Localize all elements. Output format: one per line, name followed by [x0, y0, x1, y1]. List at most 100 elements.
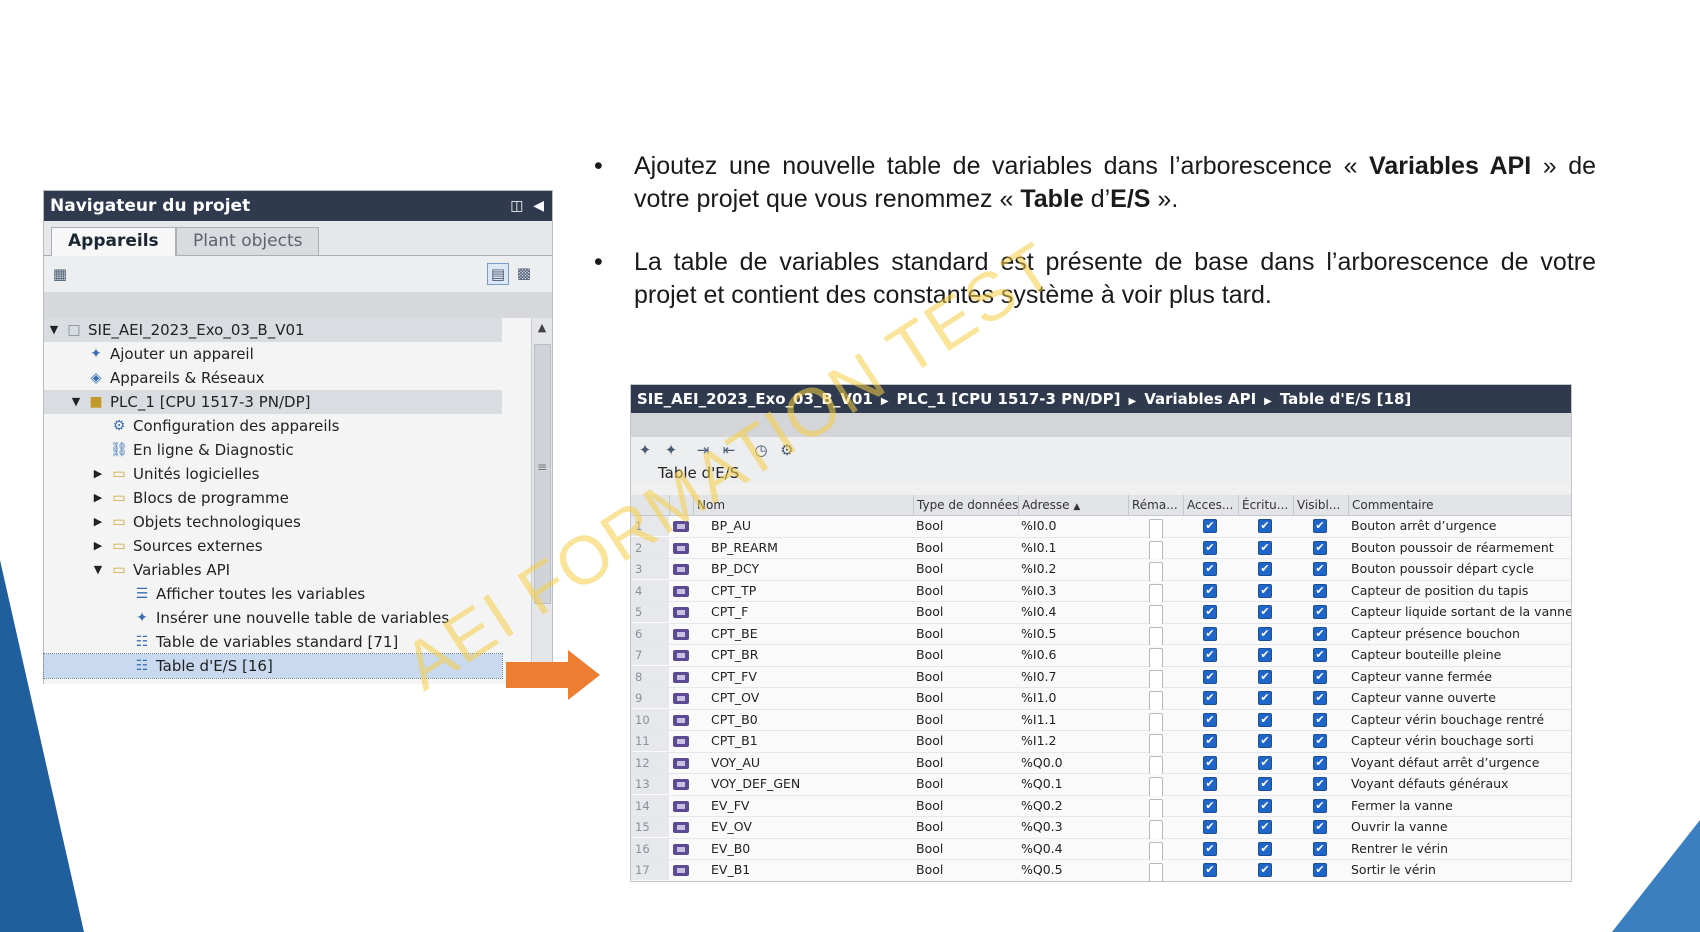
cell-address[interactable]: %I0.1: [1021, 538, 1121, 558]
scroll-up-icon[interactable]: ▲: [532, 318, 552, 338]
cell-address[interactable]: %Q0.5: [1021, 860, 1121, 880]
table-row[interactable]: 10 CPT_B0 Bool %I1.1 Capteur vérin bouchage …: [631, 709, 1571, 733]
checkbox-access[interactable]: ✔: [1203, 755, 1217, 770]
cell-type[interactable]: Bool: [916, 645, 1016, 665]
checkbox-visible[interactable]: ✔: [1313, 605, 1327, 619]
tree-item-device-config[interactable]: ⚙ Configuration des appareils: [44, 414, 502, 438]
checkbox-visible[interactable]: ✔: [1313, 519, 1327, 533]
tree-item-io-table[interactable]: ☷ Table d'E/S [16]: [43, 653, 503, 679]
breadcrumb-plc-tags[interactable]: Variables API: [1144, 390, 1256, 408]
cell-name[interactable]: VOY_DEF_GEN: [711, 774, 911, 794]
tab-appareils[interactable]: Appareils: [51, 227, 176, 257]
cell-name[interactable]: EV_B0: [711, 839, 911, 859]
checkbox-write[interactable]: ✔: [1258, 841, 1272, 856]
cell-name[interactable]: CPT_TP: [711, 581, 911, 601]
cell-name[interactable]: CPT_BR: [711, 645, 911, 665]
checkbox-access[interactable]: ✔: [1203, 626, 1217, 641]
row-number[interactable]: 9: [631, 688, 669, 708]
table-row[interactable]: 18MOT_TPBool%Q0.6Moteur du tapis✔✔✔: [631, 882, 1571, 883]
header-commentaire[interactable]: Commentaire: [1348, 495, 1571, 515]
table-row[interactable]: 1 BP_AU Bool %I0.0 Bouton arrêt d’urgence ✔ ✔ ✔: [631, 516, 1571, 539]
checkbox-access[interactable]: ✔: [1203, 583, 1217, 598]
table-row[interactable]: 11 CPT_B1 Bool %I1.2 Capteur vérin bouchage …: [631, 731, 1571, 754]
cell-comment[interactable]: Ouvrir la vanne: [1351, 817, 1571, 837]
cell-address[interactable]: %Q0.6: [1021, 882, 1121, 883]
tree-item-plc[interactable]: ▼ ■ PLC_1 [CPU 1517-3 PN/DP]: [44, 390, 502, 414]
monitor-icon[interactable]: ◷: [751, 440, 771, 460]
cell-address[interactable]: %Q0.3: [1021, 817, 1121, 837]
checkbox-remanence[interactable]: [1149, 669, 1163, 690]
cell-comment[interactable]: Capteur vanne ouverte: [1351, 688, 1571, 708]
checkbox-remanence[interactable]: [1149, 798, 1163, 819]
cell-name[interactable]: EV_FV: [711, 796, 911, 816]
header-visible[interactable]: Visibl...: [1293, 495, 1352, 515]
cell-name[interactable]: CPT_FV: [711, 667, 911, 687]
checkbox-remanence[interactable]: [1149, 777, 1163, 797]
checkbox-write[interactable]: ✔: [1258, 820, 1272, 834]
cell-name[interactable]: CPT_B0: [711, 710, 911, 730]
row-number[interactable]: 11: [631, 731, 669, 751]
cell-type[interactable]: Bool: [916, 667, 1016, 687]
checkbox-access[interactable]: ✔: [1203, 841, 1217, 856]
checkbox-remanence[interactable]: [1149, 820, 1163, 840]
row-number[interactable]: 14: [631, 795, 669, 816]
cell-comment[interactable]: Rentrer le vérin: [1351, 839, 1571, 859]
tree-item-networks[interactable]: ◈ Appareils & Réseaux: [44, 366, 502, 390]
cell-address[interactable]: %I0.0: [1021, 516, 1121, 536]
cell-address[interactable]: %I0.4: [1021, 602, 1121, 622]
collapse-panel-icon[interactable]: ◀: [533, 198, 544, 214]
cell-comment[interactable]: Bouton poussoir de réarmement: [1351, 538, 1571, 558]
checkbox-access[interactable]: ✔: [1203, 648, 1217, 662]
checkbox-write[interactable]: ✔: [1258, 605, 1272, 619]
details-view-icon[interactable]: ▤: [487, 263, 509, 285]
checkbox-remanence[interactable]: [1149, 691, 1163, 711]
cell-name[interactable]: EV_B1: [711, 860, 911, 880]
cell-comment[interactable]: Capteur liquide sortant de la vanne: [1351, 602, 1571, 622]
cell-address[interactable]: %I1.0: [1021, 688, 1121, 708]
cell-type[interactable]: Bool: [916, 602, 1016, 622]
checkbox-access[interactable]: ✔: [1203, 540, 1217, 555]
cell-comment[interactable]: Capteur de position du tapis: [1351, 581, 1571, 601]
cell-type[interactable]: Bool: [916, 882, 1016, 883]
properties-icon[interactable]: ▦: [50, 264, 70, 284]
cell-type[interactable]: Bool: [916, 624, 1016, 644]
table-row[interactable]: 4 CPT_TP Bool %I0.3 Capteur de position du t…: [631, 580, 1571, 604]
row-number[interactable]: 2: [631, 537, 669, 558]
checkbox-visible[interactable]: ✔: [1313, 820, 1327, 834]
table-row[interactable]: 6 CPT_BE Bool %I0.5 Capteur présence bouchon…: [631, 623, 1571, 647]
checkbox-remanence[interactable]: [1149, 734, 1163, 754]
table-row[interactable]: 16 EV_B0 Bool %Q0.4 Rentrer le vérin ✔ ✔ ✔: [631, 838, 1571, 862]
cell-address[interactable]: %Q0.2: [1021, 796, 1121, 816]
scroll-thumb[interactable]: [534, 344, 551, 604]
row-number[interactable]: 4: [631, 580, 669, 601]
checkbox-access[interactable]: ✔: [1203, 734, 1217, 748]
header-write[interactable]: Écritu...: [1238, 495, 1297, 515]
checkbox-remanence[interactable]: [1149, 562, 1163, 582]
table-row[interactable]: 5 CPT_F Bool %I0.4 Capteur liquide sortant d…: [631, 602, 1571, 625]
checkbox-remanence[interactable]: [1149, 712, 1163, 733]
cell-type[interactable]: Bool: [916, 860, 1016, 880]
cell-address[interactable]: %Q0.1: [1021, 774, 1121, 794]
row-number[interactable]: 7: [631, 645, 669, 665]
row-number[interactable]: 8: [631, 666, 669, 687]
checkbox-access[interactable]: ✔: [1203, 519, 1217, 533]
checkbox-write[interactable]: ✔: [1258, 755, 1272, 770]
expand-right-icon[interactable]: ▶: [92, 534, 104, 558]
cell-comment[interactable]: Bouton poussoir départ cycle: [1351, 559, 1571, 579]
tree-item-software-units[interactable]: ▶ ▭ Unités logicielles: [44, 462, 502, 486]
checkbox-visible[interactable]: ✔: [1313, 755, 1327, 770]
tree-item-show-all-tags[interactable]: ☰ Afficher toutes les variables: [44, 582, 502, 606]
cell-address[interactable]: %I0.6: [1021, 645, 1121, 665]
checkbox-access[interactable]: ✔: [1203, 669, 1217, 684]
table-row[interactable]: 13 VOY_DEF_GEN Bool %Q0.1 Voyant défauts gén…: [631, 774, 1571, 797]
table-row[interactable]: 15 EV_OV Bool %Q0.3 Ouvrir la vanne ✔ ✔ ✔: [631, 817, 1571, 840]
table-row[interactable]: 9 CPT_OV Bool %I1.0 Capteur vanne ouverte ✔ ✔ ✔: [631, 688, 1571, 711]
header-nom[interactable]: Nom: [693, 495, 917, 515]
table-row[interactable]: 17 EV_B1 Bool %Q0.5 Sortir le vérin ✔ ✔ ✔: [631, 860, 1571, 881]
tree-item-technology-objects[interactable]: ▶ ▭ Objets technologiques: [44, 510, 502, 534]
checkbox-write[interactable]: ✔: [1258, 626, 1272, 641]
table-row[interactable]: 3 BP_DCY Bool %I0.2 Bouton poussoir départ c…: [631, 559, 1571, 582]
checkbox-visible[interactable]: ✔: [1313, 863, 1327, 877]
cell-type[interactable]: Bool: [916, 559, 1016, 579]
cell-comment[interactable]: Capteur vanne fermée: [1351, 667, 1571, 687]
